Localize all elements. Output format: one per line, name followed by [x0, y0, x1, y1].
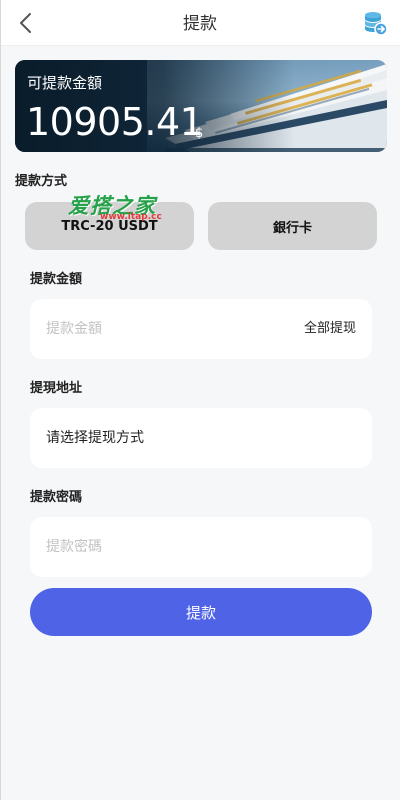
chevron-left-icon: [20, 13, 31, 33]
password-input[interactable]: [46, 517, 276, 577]
method-option-usdt[interactable]: TRC-20 USDT: [25, 202, 194, 250]
frame-left-border: [0, 0, 1, 800]
password-card: [30, 517, 372, 577]
amount-input[interactable]: [46, 299, 276, 359]
balance-label: 可提款金額: [27, 74, 103, 92]
amount-field-title: 提款金額: [30, 272, 83, 287]
balance-amount: 10905.41: [26, 100, 204, 144]
method-title: 提款方式: [15, 174, 68, 189]
balance-banner: 可提款金額 10905.41 $: [15, 60, 387, 152]
withdraw-all-button[interactable]: 全部提现: [304, 299, 356, 359]
password-field-title: 提款密碼: [30, 490, 83, 505]
submit-withdraw-button[interactable]: 提款: [30, 588, 372, 636]
page-title: 提款: [183, 14, 217, 34]
amount-card: 全部提现: [30, 299, 372, 359]
top-nav-bar: 提款: [0, 0, 400, 46]
address-card[interactable]: 请选择提现方式: [30, 408, 372, 468]
coin-stack-icon: [365, 12, 388, 36]
coin-stack-button[interactable]: [362, 10, 388, 36]
address-select[interactable]: 请选择提现方式: [46, 408, 144, 468]
balance-unit: $: [195, 126, 204, 141]
back-button[interactable]: [12, 10, 38, 36]
method-option-bank-card[interactable]: 銀行卡: [208, 202, 377, 250]
address-field-title: 提現地址: [30, 381, 83, 396]
